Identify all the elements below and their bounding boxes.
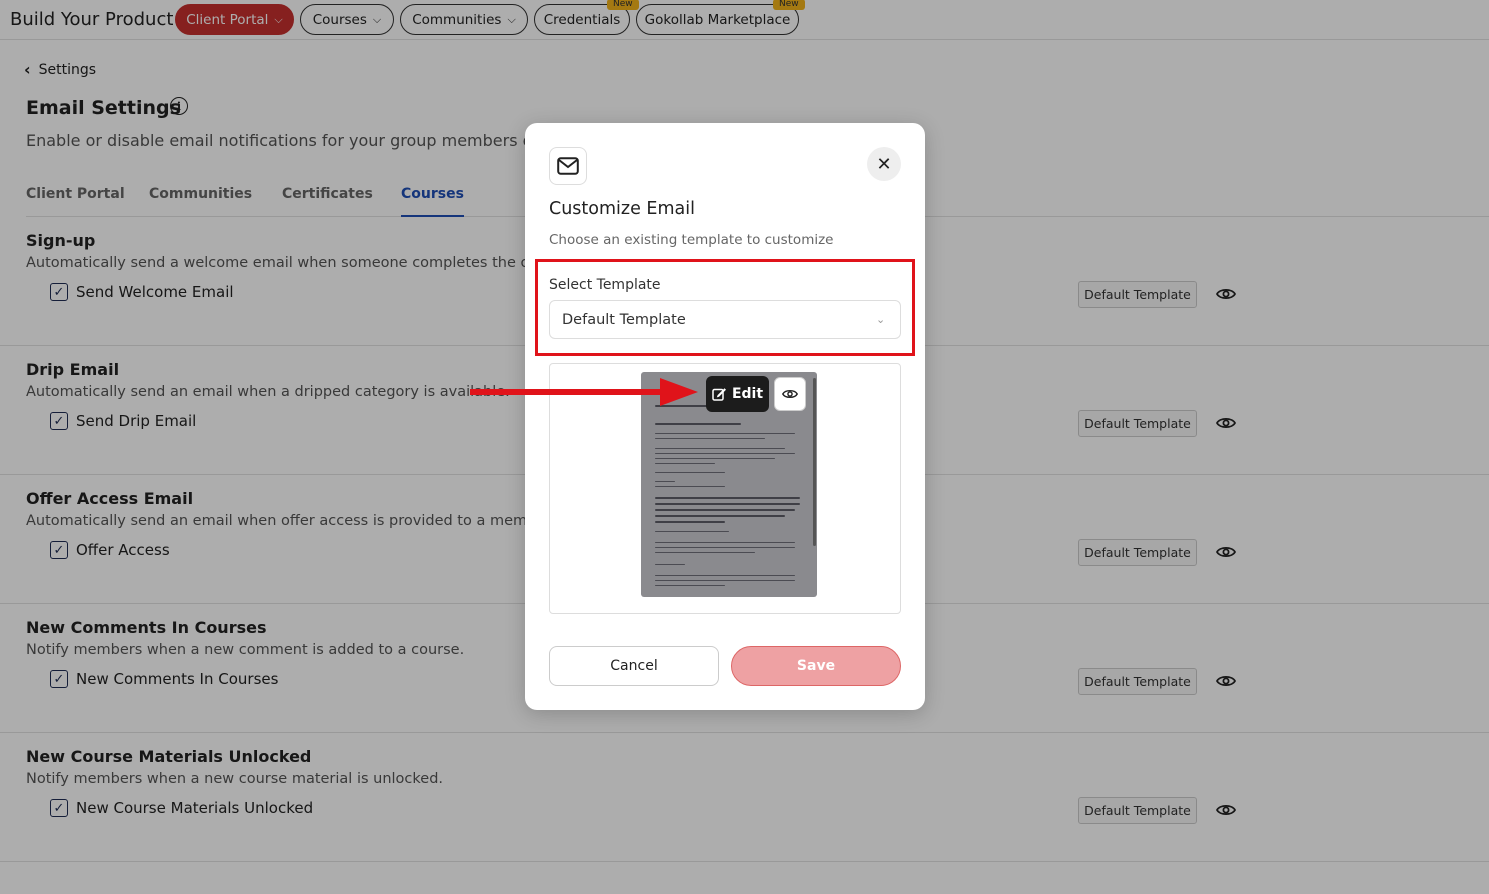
save-button[interactable]: Save (731, 646, 901, 686)
preview-button[interactable] (774, 377, 806, 411)
edit-button[interactable]: Edit (706, 376, 769, 412)
edit-label: Edit (731, 386, 764, 402)
eye-icon (782, 389, 798, 399)
modal-title: Customize Email (549, 199, 695, 219)
annotation-highlight-box (535, 259, 915, 356)
customize-email-modal: ✕ Customize Email Choose an existing tem… (525, 123, 925, 710)
mail-icon (549, 147, 587, 185)
template-preview: Edit (549, 363, 901, 614)
modal-subtitle: Choose an existing template to customize (549, 232, 834, 248)
edit-icon (712, 388, 726, 401)
cancel-button[interactable]: Cancel (549, 646, 719, 686)
close-icon[interactable]: ✕ (867, 147, 901, 181)
